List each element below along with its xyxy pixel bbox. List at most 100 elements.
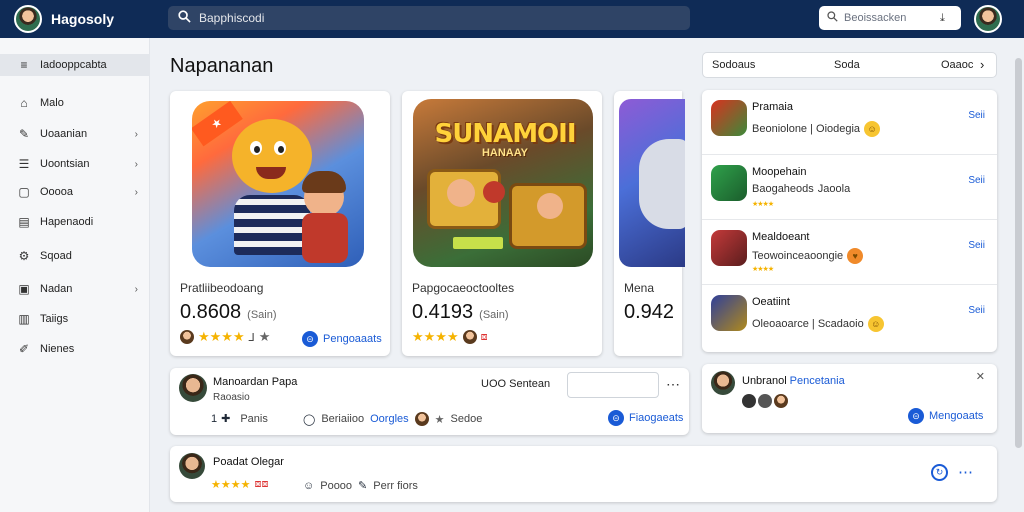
list-item-action[interactable]: Seii (968, 110, 985, 121)
rating-row: ★★★★ ⧈ (412, 329, 488, 345)
list-item-action[interactable]: Seii (968, 175, 985, 186)
sidebar-item-label: Nienes (40, 343, 75, 355)
search-bar[interactable] (168, 6, 690, 30)
post-author: Unbranol (742, 375, 787, 387)
list-item-sub-text: Baogaheods (752, 183, 814, 195)
sidebar-item-home[interactable]: ⌂ Malo (0, 92, 150, 114)
app-logo-avatar (14, 5, 42, 33)
home-icon: ⌂ (20, 96, 28, 110)
post-card: Poadat Olegar ★★★★ ⧈⧈ ☺ Poooo ✎ Perr fio… (170, 446, 997, 502)
star-icon: ★ (434, 413, 445, 426)
avatar (462, 330, 477, 344)
list-item[interactable]: Mealdoeant Teowoinceaoongie ♥ ★★★★ Seii (702, 220, 997, 285)
card-link-button[interactable]: ⊝ Pengoaaats (302, 331, 382, 347)
list-item-sub: Teowoinceaoongie ♥ (752, 248, 864, 264)
star-icon: ★★★★ (412, 329, 459, 344)
card-value-number: 0.942 (624, 301, 675, 323)
list-item-title: Oeatiint (752, 296, 790, 308)
scrollbar[interactable] (1015, 58, 1022, 448)
card-value: 0.942 (624, 301, 674, 324)
post-title: Unbranol Pencetania (742, 375, 845, 387)
chevron-right-icon: › (134, 283, 138, 295)
menu-icon: ≡ (20, 58, 28, 72)
card-value-unit: (Sain) (479, 309, 509, 321)
list-item-action[interactable]: Seii (968, 240, 985, 251)
post-link-label: Mengoaats (929, 410, 984, 422)
post-meta1: Poooo (320, 479, 353, 492)
star-icon: ★★★★ (752, 266, 774, 273)
post-sub: Raoasio (213, 392, 250, 403)
list-item-title: Mealdoeant (752, 231, 810, 243)
list-item[interactable]: Pramaia Beoniolone | Oiodegia ☺ Seii (702, 90, 997, 155)
sidebar-item-6[interactable]: ▤ Hapenaodi (0, 211, 150, 233)
game-artwork (619, 99, 685, 267)
secondary-search-input[interactable] (844, 12, 934, 24)
list-item[interactable]: Moopehain Baogaheods Jaoola ★★★★ Seii (702, 155, 997, 220)
post-stats: 1 ✚ Panis (211, 412, 268, 426)
chart-icon: ▥ (18, 312, 30, 326)
sort-right[interactable]: Oaaoc (941, 59, 973, 71)
sort-middle[interactable]: Soda (834, 59, 860, 71)
rating-row: ★★★★ ⅃ ★ (180, 329, 270, 345)
badge-icon: ⧈⧈ (254, 478, 269, 490)
page-title: Napananan (170, 55, 274, 77)
sidebar-item-8[interactable]: ▣ Nadan › (0, 278, 150, 300)
avatar (711, 371, 735, 395)
sidebar-item-4[interactable]: ☰ Uoontsian › (0, 153, 150, 175)
card-value-number: 0.4193 (412, 301, 474, 323)
more-icon[interactable]: ⋯ (958, 463, 973, 481)
list-item-sub: Beoniolone | Oiodegia ☺ (752, 121, 881, 137)
card-label: Pratliibeodoang (180, 281, 264, 295)
list-item[interactable]: Oeatiint Oleoaoarce | Scadaoio ☺ Seii (702, 285, 997, 350)
chevron-right-icon[interactable]: › (980, 57, 984, 72)
close-icon[interactable]: ✕ (976, 370, 985, 383)
secondary-search[interactable]: ⤓ (819, 6, 961, 30)
sidebar-item-overview[interactable]: ≡ Iadooppcabta (0, 54, 150, 76)
sidebar-item-label: Ooooa (40, 186, 74, 198)
app-icon (711, 295, 747, 331)
sidebar-item-label: Hapenaodi (40, 216, 94, 228)
text-field[interactable] (567, 372, 659, 398)
brand[interactable]: Hagosoly (14, 5, 114, 33)
pen-icon: ✎ (358, 480, 368, 492)
post-author-link[interactable]: Pencetania (790, 375, 845, 387)
link-icon: ⊝ (608, 410, 624, 426)
sort-bar[interactable]: Sodoaus Soda Oaaoc › (702, 52, 997, 78)
game-card[interactable]: SUNAMOII HANAAY Papgocaeoctooltes 0.4193… (402, 91, 602, 356)
post-meta1: Beriaiioo (321, 413, 365, 425)
post-link-button[interactable]: ⊝ Fiaogaeats (608, 410, 683, 426)
post-count: 1 (211, 412, 218, 425)
smile-icon: ☺ (864, 121, 881, 137)
sidebar-item-3[interactable]: ✎ Uoaanian › (0, 123, 150, 145)
post-card: Manoardan Papa Raoasio 1 ✚ Panis ◯ Beria… (170, 368, 689, 435)
game-card[interactable]: Mena 0.942 (614, 91, 685, 356)
heart-icon: ♥ (847, 248, 864, 264)
image-icon: ▣ (18, 282, 30, 296)
sidebar-item-7[interactable]: ⚙ Sqoad (0, 245, 150, 267)
avatar-group (742, 394, 788, 408)
post-button-label[interactable]: Panis (240, 413, 268, 425)
search-input[interactable] (199, 11, 669, 25)
sidebar-item-10[interactable]: ✐ Nienes (0, 338, 150, 360)
list-item-sub-text: Teowoinceaoongie (752, 250, 844, 262)
sidebar-item-9[interactable]: ▥ Taiigs (0, 308, 150, 330)
list-item-sub: Baogaheods Jaoola (752, 183, 850, 195)
refresh-icon[interactable]: ↻ (931, 464, 948, 481)
list-item-action[interactable]: Seii (968, 305, 985, 316)
download-icon[interactable]: ⤓ (940, 12, 945, 25)
game-artwork: ★ (192, 101, 364, 267)
avatar (758, 394, 772, 408)
post-meta3: Sedoe (450, 413, 483, 425)
sidebar-item-5[interactable]: ▢ Ooooa › (0, 181, 150, 203)
user-avatar[interactable] (974, 5, 1002, 33)
post-link-label: Fiaogaeats (629, 412, 684, 424)
box-icon: ▢ (18, 185, 30, 199)
post-meta2[interactable]: Oorgles (370, 413, 409, 425)
more-icon[interactable]: ⋯ (666, 376, 680, 393)
card-link-label: Pengoaaats (323, 333, 382, 345)
post-link-button[interactable]: ⊝ Mengoaats (908, 408, 983, 424)
sort-left[interactable]: Sodoaus (712, 59, 755, 71)
chevron-right-icon: › (134, 128, 138, 140)
game-card[interactable]: ★ Pratliibeodoang 0.8608 (Sain) ★★★★ ⅃ ★… (170, 91, 390, 356)
star-icon: ★★★★ (752, 201, 774, 208)
